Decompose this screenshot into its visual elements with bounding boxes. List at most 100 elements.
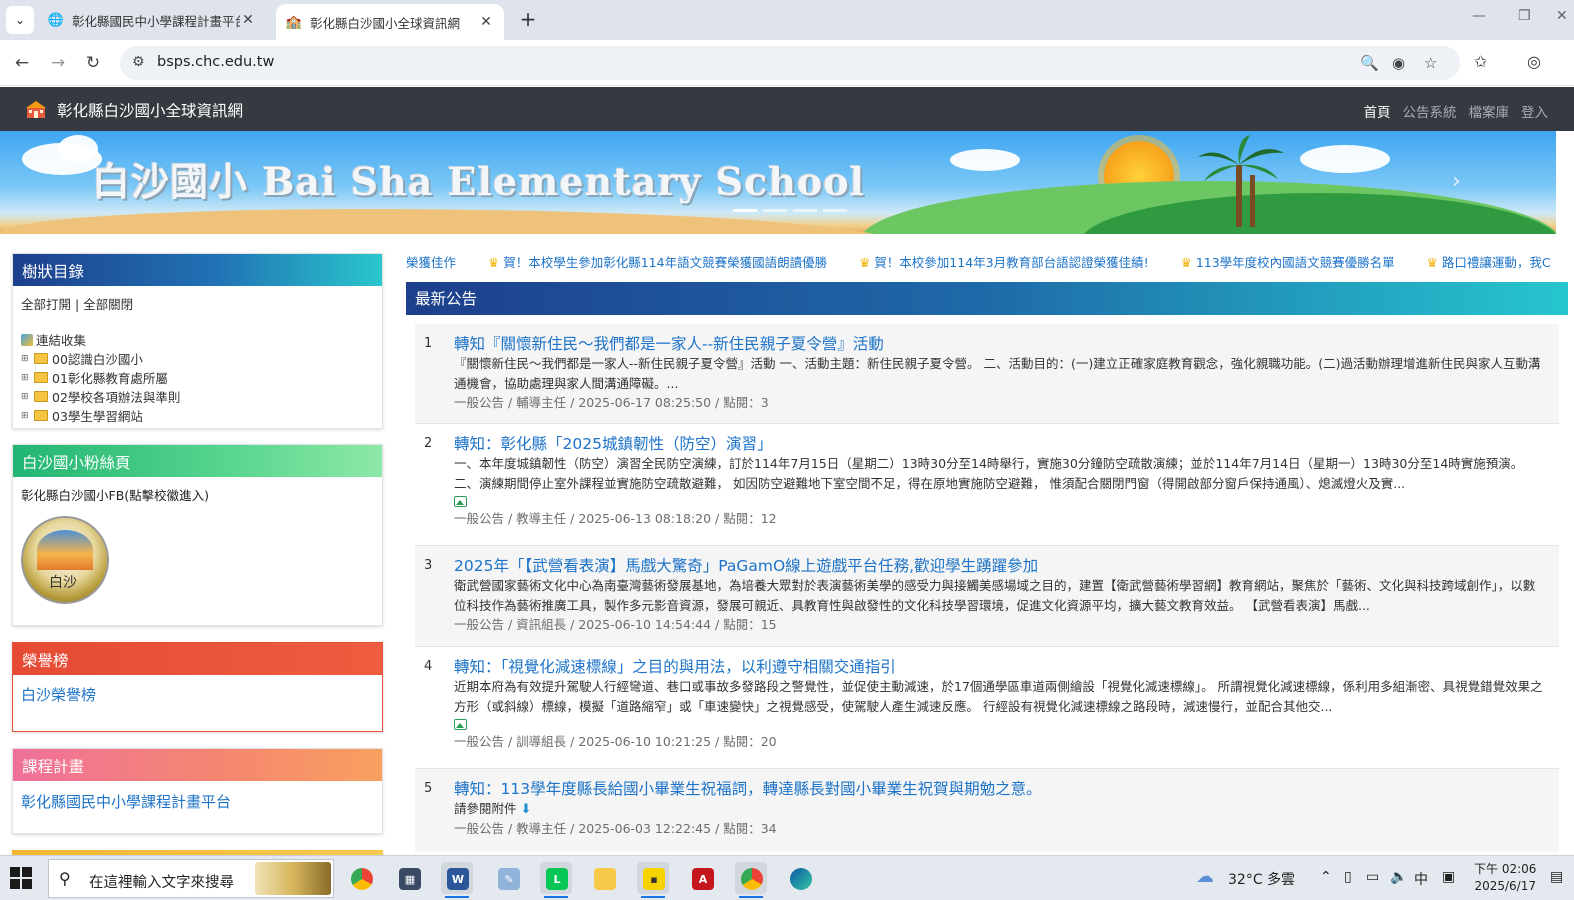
- taskbar-search-input[interactable]: ⚲ 在這裡輸入文字來搜尋: [48, 859, 334, 898]
- announcement-title-link[interactable]: 轉知：113學年度縣長給國小畢業生祝福詞，轉達縣長對國小畢業生祝賀與期勉之意。: [454, 779, 1547, 799]
- expand-icon[interactable]: ⊞: [21, 411, 31, 421]
- banner-title: 白沙國小 Bai Sha Elementary School: [92, 159, 865, 204]
- ime-indicator[interactable]: 中: [1414, 869, 1428, 889]
- search-highlight-image: [255, 862, 331, 895]
- cloud-decoration: [1300, 145, 1390, 173]
- tree-item[interactable]: ⊞ 03學生學習網站: [21, 406, 374, 425]
- crown-icon: ♛: [1426, 255, 1438, 270]
- tab-search-button[interactable]: ⌄: [6, 6, 34, 34]
- close-tab-icon[interactable]: ✕: [478, 14, 494, 30]
- nav-home[interactable]: 首頁: [1364, 101, 1391, 121]
- restore-icon[interactable]: ❐: [1518, 8, 1531, 24]
- nav-file-library[interactable]: 檔案庫: [1469, 101, 1510, 121]
- banner-carousel[interactable]: 白沙國小 Bai Sha Elementary School ›: [0, 131, 1556, 234]
- tree-root-label: 連結收集: [36, 333, 87, 348]
- site-navbar: 彰化縣白沙國小全球資訊網 首頁 公告系統 檔案庫 登入: [0, 87, 1574, 131]
- carousel-dot[interactable]: [733, 209, 757, 212]
- nav-login[interactable]: 登入: [1521, 101, 1548, 121]
- taskbar-chrome-profile-app[interactable]: [735, 862, 767, 898]
- announcement-meta: 一般公告 / 教導主任 / 2025-06-03 12:22:45 / 點閱：3…: [454, 821, 777, 836]
- news-marquee[interactable]: 榮獲佳作 ♛ 賀！本校學生參加彰化縣114年語文競賽榮獲國語朗讀優勝 ♛ 賀！本校參…: [406, 252, 1574, 272]
- crown-icon: ♛: [488, 255, 500, 270]
- usb-icon[interactable]: ▯: [1344, 869, 1352, 885]
- taskbar-chrome-app[interactable]: [345, 862, 377, 894]
- carousel-dot[interactable]: [763, 209, 787, 212]
- palm-tree-icon: [1198, 135, 1284, 227]
- taskbar-word-app[interactable]: W: [441, 862, 473, 898]
- announcement-item: 1 轉知『關懷新住民～我們都是一家人--新住民親子夏令營』活動 『關懷新住民～我…: [415, 324, 1559, 424]
- reload-icon[interactable]: ↻: [80, 50, 106, 76]
- taskbar-line-app[interactable]: L: [540, 862, 572, 898]
- windows-start-icon[interactable]: [10, 867, 32, 889]
- download-icon[interactable]: ⬇: [521, 802, 532, 817]
- cloud-weather-icon[interactable]: ☁: [1196, 866, 1214, 887]
- tree-item[interactable]: ⊞ 00認識白沙國小: [21, 349, 374, 368]
- carousel-dot[interactable]: [793, 209, 817, 212]
- announcement-title-link[interactable]: 轉知：彰化縣「2025城鎮韌性（防空）演習」: [454, 434, 1547, 454]
- input-mode-icon[interactable]: ▣: [1442, 869, 1455, 885]
- active-indicator: [544, 896, 568, 898]
- expand-icon[interactable]: ⊞: [21, 392, 31, 402]
- tree-expand-collapse[interactable]: 全部打開 | 全部關閉: [21, 294, 374, 313]
- tree-root[interactable]: 連結收集: [21, 330, 374, 349]
- network-icon[interactable]: ▭: [1366, 869, 1379, 885]
- expand-icon[interactable]: ⊞: [21, 373, 31, 383]
- weather-text[interactable]: 32°C 多雲: [1228, 869, 1295, 889]
- active-indicator: [739, 896, 763, 898]
- item-number: 4: [424, 659, 433, 674]
- item-number: 5: [424, 781, 433, 796]
- new-tab-button[interactable]: +: [516, 8, 540, 32]
- carousel-dot[interactable]: [823, 209, 847, 212]
- system-clock[interactable]: 下午 02:06 2025/6/17: [1474, 861, 1536, 895]
- word-icon: W: [447, 868, 469, 890]
- announcement-title-link[interactable]: 2025年「【武營看表演】馬戲大驚奇」PaGamO線上遊戲平台任務,歡迎學生踴躍…: [454, 556, 1547, 576]
- curriculum-platform-link[interactable]: 彰化縣國民中小學課程計畫平台: [21, 793, 231, 811]
- tree-item[interactable]: ⊞ 01彰化縣教育處所屬: [21, 368, 374, 387]
- link-collection-icon: [21, 333, 33, 346]
- profile-icon[interactable]: ◎: [1527, 52, 1541, 71]
- search-icon: ⚲: [59, 869, 71, 888]
- back-arrow-icon[interactable]: ←: [9, 50, 35, 76]
- taskbar-edge-app[interactable]: [784, 862, 816, 894]
- site-info-icon[interactable]: ⚙: [132, 54, 145, 70]
- minimize-icon[interactable]: —: [1472, 8, 1486, 24]
- curriculum-card: 課程計畫 彰化縣國民中小學課程計畫平台: [12, 748, 383, 834]
- taskbar-sticky-notes-app[interactable]: ▪: [637, 862, 669, 898]
- chevron-up-icon[interactable]: ⌃: [1320, 869, 1332, 885]
- marquee-item[interactable]: ♛ 路口禮讓運動，我C: [1427, 255, 1551, 270]
- eye-off-icon[interactable]: ◉: [1392, 54, 1405, 72]
- browser-tab-school[interactable]: 🏫 彰化縣白沙國小全球資訊網 ✕: [276, 4, 504, 40]
- tree-item[interactable]: ⊞ 02學校各項辦法與準則: [21, 387, 374, 406]
- marquee-item[interactable]: 榮獲佳作: [406, 255, 456, 270]
- taskbar-paint-app[interactable]: ✎: [492, 862, 524, 894]
- zoom-icon[interactable]: 🔍: [1360, 54, 1379, 72]
- close-window-icon[interactable]: ✕: [1556, 8, 1568, 24]
- taskbar-acrobat-app[interactable]: A: [686, 862, 718, 894]
- bookmarks-icon[interactable]: ✩: [1474, 52, 1487, 71]
- volume-icon[interactable]: 🔈: [1390, 869, 1407, 885]
- expand-icon[interactable]: ⊞: [21, 354, 31, 364]
- tab-title: 彰化縣國民中小學課程計畫平台: [72, 13, 240, 29]
- marquee-item[interactable]: ♛ 113學年度校內國語文競賽優勝名單: [1181, 255, 1395, 270]
- chevron-right-icon[interactable]: ›: [1452, 169, 1461, 194]
- marquee-item[interactable]: ♛ 賀！本校學生參加彰化縣114年語文競賽榮獲國語朗讀優勝: [488, 255, 827, 270]
- notification-icon[interactable]: ▤: [1550, 869, 1563, 885]
- taskbar-calculator-app[interactable]: ▦: [393, 862, 425, 894]
- honor-roll-link[interactable]: 白沙榮譽榜: [21, 686, 96, 704]
- tree-item-label: 03學生學習網站: [52, 409, 143, 424]
- announcement-title-link[interactable]: 轉知：「視覺化減速標線」之目的與用法，以利遵守相關交通指引: [454, 657, 1547, 677]
- browser-tab-curriculum[interactable]: 🌐 彰化縣國民中小學課程計畫平台 ✕: [38, 4, 266, 36]
- carousel-indicators: [733, 209, 847, 212]
- nav-announcements[interactable]: 公告系統: [1403, 101, 1457, 121]
- forward-arrow-icon[interactable]: →: [45, 50, 71, 76]
- close-tab-icon[interactable]: ✕: [240, 12, 256, 28]
- site-title[interactable]: 彰化縣白沙國小全球資訊網: [57, 99, 243, 121]
- address-bar[interactable]: ⚙ bsps.chc.edu.tw 🔍 ◉ ☆: [120, 46, 1460, 80]
- card-title: 課程計畫: [13, 749, 382, 781]
- school-emblem-link[interactable]: 白沙: [21, 516, 109, 604]
- marquee-item[interactable]: ♛ 賀！本校參加114年3月教育部台語認證榮獲佳績!: [859, 255, 1149, 270]
- bookmark-star-icon[interactable]: ☆: [1424, 54, 1437, 72]
- taskbar-explorer-app[interactable]: [588, 862, 620, 894]
- announcement-meta: 一般公告 / 訓導組長 / 2025-06-10 10:21:25 / 點閱：2…: [454, 734, 777, 749]
- announcement-title-link[interactable]: 轉知『關懷新住民～我們都是一家人--新住民親子夏令營』活動: [454, 334, 1547, 354]
